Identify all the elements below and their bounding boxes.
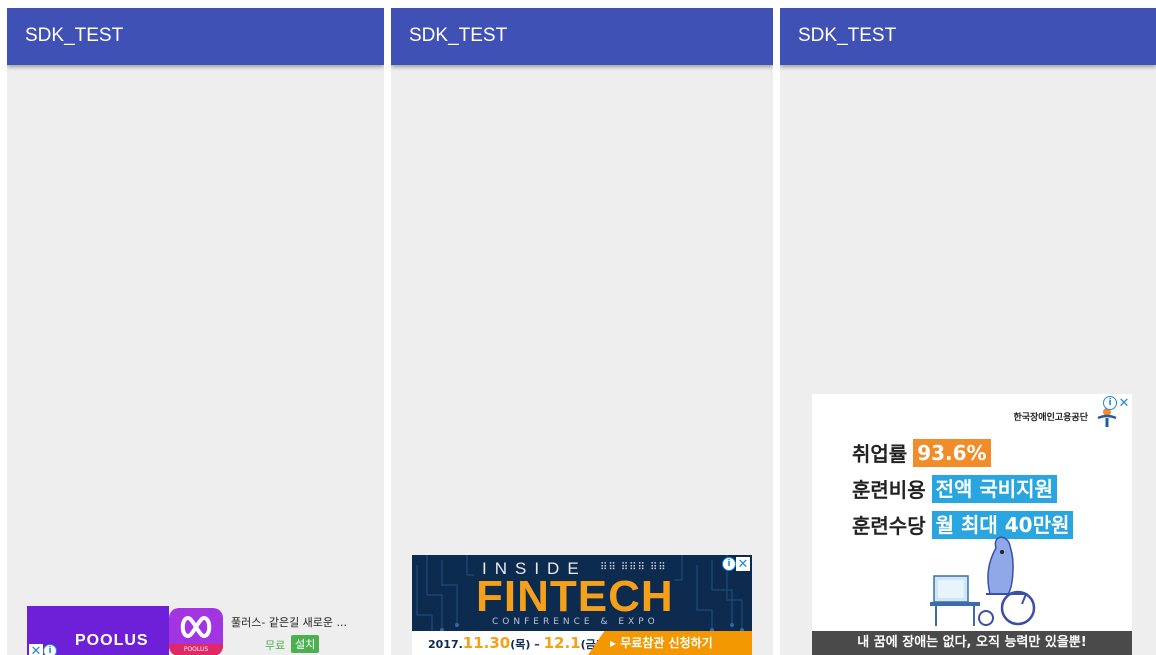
wheelchair-illustration-icon: [930, 536, 1036, 626]
ad-headline: FINTECH: [476, 572, 674, 621]
adchoices[interactable]: i ✕: [1103, 396, 1131, 411]
org-name: 한국장애인고용공단: [1013, 413, 1088, 423]
info-icon[interactable]: i: [722, 557, 736, 571]
adchoices[interactable]: i ✕: [722, 557, 750, 572]
stat-row-employment: 취업률 93.6%: [852, 438, 991, 467]
app-title: SDK_TEST: [409, 25, 508, 46]
app-title: SDK_TEST: [25, 25, 124, 46]
ad-subline: CONFERENCE & EXPO: [492, 617, 659, 627]
banner-ad-poolus[interactable]: POOLUS POOLUS 풀러스- 같은길 새로운 ... 무료 설치 ✕ i: [27, 606, 363, 655]
close-icon[interactable]: ✕: [29, 644, 43, 655]
close-icon[interactable]: ✕: [736, 557, 750, 572]
app-icon-label: POOLUS: [183, 646, 209, 653]
info-icon[interactable]: i: [43, 644, 57, 655]
ad-app-title[interactable]: 풀러스- 같은길 새로운 ...: [231, 614, 347, 630]
phone-screen-1: SDK_TEST POOLUS POOLUS 풀러스- 같은길 새로운 ... …: [7, 8, 384, 655]
poolus-logo: POOLUS: [75, 632, 149, 649]
app-bar: SDK_TEST: [391, 8, 773, 65]
info-icon[interactable]: i: [1103, 396, 1117, 410]
banner-ad-fintech[interactable]: INSIDE ⠿⠿ ⠿⠿⠿ ⠿⠿ FINTECH CONFERENCE & EX…: [412, 555, 752, 655]
register-button[interactable]: ▸ 무료참관 신청하기: [588, 631, 752, 655]
app-icon[interactable]: POOLUS: [169, 608, 223, 655]
stat-row-cost: 훈련비용 전액 국비지원: [852, 474, 1057, 503]
install-button[interactable]: 설치: [291, 635, 320, 653]
app-title: SDK_TEST: [798, 25, 897, 46]
ad-price: 무료: [265, 639, 286, 652]
app-bar: SDK_TEST: [780, 8, 1156, 65]
ad-footer-slogan: 내 꿈에 장애는 없다, 오직 능력만 있을뿐!: [812, 631, 1132, 655]
adchoices[interactable]: ✕ i: [29, 644, 57, 655]
banner-ad-employment[interactable]: 한국장애인고용공단 취업률 93.6% 훈련비용 전액 국비지원 훈련수당 월 …: [812, 394, 1132, 655]
infinity-icon: [180, 615, 212, 639]
app-bar: SDK_TEST: [7, 8, 384, 65]
event-date: 2017.11.30(목) – 12.1(금): [428, 634, 601, 652]
close-icon[interactable]: ✕: [1117, 396, 1131, 411]
ad-date-bar: 2017.11.30(목) – 12.1(금) ▸ 무료참관 신청하기: [412, 631, 752, 655]
phone-screen-3: SDK_TEST 한국장애인고용공단 취업률 93.6% 훈련비용 전액 국비지…: [780, 8, 1156, 655]
phone-screen-2: SDK_TEST INSIDE ⠿⠿ ⠿⠿⠿ ⠿⠿ FINTECH CONFER…: [391, 8, 773, 655]
